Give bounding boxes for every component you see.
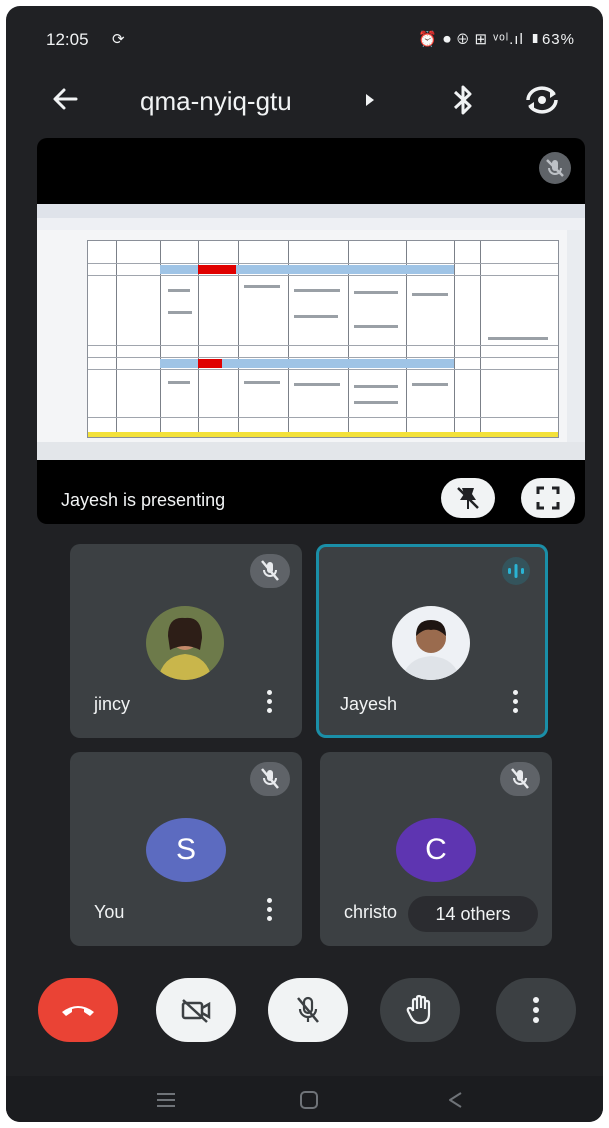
more-vert-icon <box>533 997 539 1023</box>
status-icons: ⏰ ⏺ ⊕ ⊞ ᵛᵒˡ.ıl ▮63% <box>418 31 575 48</box>
participant-tile-you[interactable]: S You <box>70 752 302 946</box>
speaking-indicator-icon <box>502 557 530 585</box>
avatar <box>146 606 224 680</box>
participant-tile-jincy[interactable]: jincy <box>70 544 302 738</box>
more-options-button[interactable] <box>496 978 576 1042</box>
back-icon[interactable] <box>444 1090 466 1110</box>
more-vert-icon[interactable] <box>266 690 272 716</box>
presenter-muted-icon <box>539 152 571 184</box>
switch-camera-icon[interactable] <box>522 82 562 118</box>
phone-hangup-icon <box>62 1006 94 1016</box>
mic-toggle-button[interactable] <box>268 978 348 1042</box>
sync-icon: ⟳ <box>112 31 125 48</box>
shared-screen-content <box>37 204 585 460</box>
browser-toolbar <box>37 204 585 218</box>
browser-sidebar <box>567 230 585 442</box>
meeting-code[interactable]: qma-nyiq-gtu <box>140 86 292 117</box>
camera-off-icon <box>181 999 211 1023</box>
participant-tile-others[interactable]: C christo 14 others <box>320 752 552 946</box>
fullscreen-button[interactable] <box>521 478 575 518</box>
status-bar: 12:05 ⟳ ⏰ ⏺ ⊕ ⊞ ᵛᵒˡ.ıl ▮63% <box>6 6 603 66</box>
sheet-ribbon <box>37 218 585 230</box>
call-controls <box>6 970 603 1060</box>
recent-apps-icon[interactable] <box>154 1090 178 1110</box>
muted-mic-icon <box>250 554 290 588</box>
spreadsheet-grid <box>87 240 559 438</box>
participant-name: jincy <box>94 694 131 714</box>
status-time: 12:05 <box>46 30 89 49</box>
avatar <box>392 606 470 680</box>
windows-taskbar <box>37 442 585 460</box>
presentation-panel[interactable]: Jayesh is presenting <box>37 138 585 524</box>
participant-name: You <box>94 902 125 922</box>
avatar: S <box>146 818 226 882</box>
android-nav-bar <box>6 1076 603 1122</box>
participant-tile-jayesh[interactable]: Jayesh <box>316 544 548 738</box>
home-icon[interactable] <box>298 1090 320 1110</box>
muted-mic-icon <box>500 762 540 796</box>
meeting-info-arrow-icon[interactable] <box>366 94 374 106</box>
avatar: C <box>396 818 476 882</box>
unpin-button[interactable] <box>441 478 495 518</box>
end-call-button[interactable] <box>38 978 118 1042</box>
more-vert-icon[interactable] <box>266 898 272 924</box>
sheet-yellow-row <box>88 432 558 437</box>
bluetooth-icon[interactable] <box>450 82 476 118</box>
more-vert-icon[interactable] <box>512 690 518 716</box>
raise-hand-button[interactable] <box>380 978 460 1042</box>
camera-toggle-button[interactable] <box>156 978 236 1042</box>
back-arrow-icon[interactable] <box>50 84 80 114</box>
participant-name: Jayesh <box>340 694 398 714</box>
presenting-status: Jayesh is presenting <box>61 490 226 510</box>
others-count-chip[interactable]: 14 others <box>408 896 538 932</box>
mic-off-icon <box>297 996 319 1023</box>
phone-screen: 12:05 ⟳ ⏰ ⏺ ⊕ ⊞ ᵛᵒˡ.ıl ▮63% qma-nyiq-gtu <box>6 6 603 1122</box>
muted-mic-icon <box>250 762 290 796</box>
meeting-header: qma-nyiq-gtu <box>6 74 603 130</box>
hand-icon <box>406 994 431 1025</box>
participant-name: christo <box>344 902 398 922</box>
